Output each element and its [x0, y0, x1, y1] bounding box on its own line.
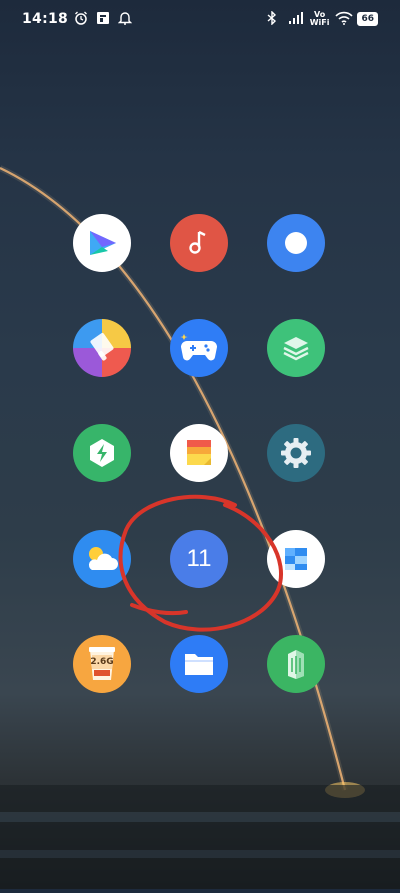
security-app-icon[interactable] — [267, 635, 325, 693]
cleaner-app-icon[interactable]: 2.6G — [73, 635, 131, 693]
status-bar: 14:18 Vo WiFi 66 — [0, 0, 400, 38]
music-app-icon[interactable] — [170, 214, 228, 272]
settings-app-icon[interactable] — [267, 424, 325, 482]
battery-indicator: 66 — [357, 12, 378, 26]
calendar-app-icon[interactable]: 11 — [170, 530, 228, 588]
browser-app-icon[interactable] — [267, 214, 325, 272]
signal-icon — [288, 11, 304, 27]
game-center-app-icon[interactable] — [170, 319, 228, 377]
alarm-icon — [74, 11, 90, 27]
wifi-icon — [335, 11, 354, 27]
clock-time: 14:18 — [22, 11, 69, 27]
phone-manager-app-icon[interactable] — [73, 424, 131, 482]
layers-app-icon[interactable] — [267, 319, 325, 377]
bell-icon — [117, 11, 134, 27]
notification-app-icon — [96, 11, 112, 27]
calendar-date-number: 11 — [186, 545, 212, 572]
weather-app-icon[interactable] — [73, 530, 131, 588]
themes-app-icon[interactable] — [73, 319, 131, 377]
vowifi-indicator: Vo WiFi — [309, 10, 330, 27]
file-manager-app-icon[interactable] — [170, 635, 228, 693]
gallery-app-icon[interactable] — [267, 530, 325, 588]
cleaner-size-label: 2.6G — [90, 657, 113, 667]
bluetooth-icon — [266, 10, 282, 27]
video-player-app-icon[interactable] — [73, 214, 131, 272]
notes-app-icon[interactable] — [170, 424, 228, 482]
